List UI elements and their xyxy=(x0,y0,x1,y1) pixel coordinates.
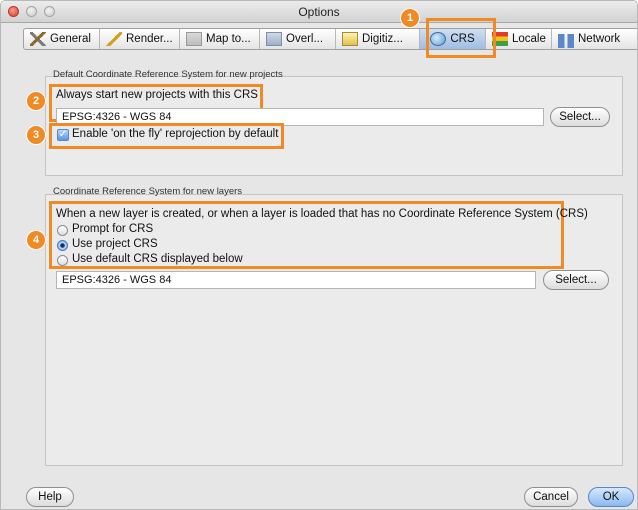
tab-digitizing-label: Digitiz... xyxy=(362,33,403,45)
otf-reprojection-label: Enable 'on the fly' reprojection by defa… xyxy=(72,128,279,140)
digitizing-icon xyxy=(342,32,358,46)
tab-general[interactable]: General xyxy=(24,29,100,49)
map-tools-icon xyxy=(186,32,202,46)
tab-render-label: Render... xyxy=(126,33,173,45)
overlay-icon xyxy=(266,32,282,46)
prompt-crs-radio[interactable] xyxy=(57,225,68,236)
hammer-icon xyxy=(30,32,46,46)
use-project-crs-label: Use project CRS xyxy=(72,238,158,250)
layer-crs-field[interactable]: EPSG:4326 - WGS 84 xyxy=(56,271,536,289)
otf-reprojection-checkbox[interactable]: ✓ xyxy=(57,129,69,141)
callout-badge-4: 4 xyxy=(27,231,45,249)
help-button[interactable]: Help xyxy=(26,487,74,507)
use-project-crs-radio[interactable] xyxy=(57,240,68,251)
tab-overlays-label: Overl... xyxy=(286,33,324,45)
brush-icon xyxy=(106,32,122,46)
tab-map-tools-label: Map to... xyxy=(206,33,251,45)
crs-tab-highlight xyxy=(426,18,496,58)
callout-badge-2: 2 xyxy=(27,92,45,110)
ok-button[interactable]: OK xyxy=(588,487,634,507)
cancel-button[interactable]: Cancel xyxy=(524,487,578,507)
use-default-crs-radio[interactable] xyxy=(57,255,68,266)
tab-network-label: Network xyxy=(578,33,621,45)
tab-overlays[interactable]: Overl... xyxy=(260,29,336,49)
tab-general-label: General xyxy=(50,33,91,45)
new-projects-label: Always start new projects with this CRS xyxy=(56,89,258,101)
project-crs-select-button[interactable]: Select... xyxy=(550,107,610,127)
tab-bar: General Render... Map to... Overl... Dig… xyxy=(23,28,637,50)
tab-network[interactable]: Network xyxy=(552,29,637,49)
window-title: Options xyxy=(298,5,340,19)
layer-crs-group-title: Coordinate Reference System for new laye… xyxy=(53,186,243,197)
tab-locale-label: Locale xyxy=(512,33,546,45)
layer-crs-description: When a new layer is created, or when a l… xyxy=(56,208,588,220)
tab-render[interactable]: Render... xyxy=(100,29,180,49)
layer-crs-select-button[interactable]: Select... xyxy=(543,270,609,290)
callout-badge-3: 3 xyxy=(27,126,45,144)
tab-map-tools[interactable]: Map to... xyxy=(180,29,260,49)
tab-digitizing[interactable]: Digitiz... xyxy=(336,29,420,49)
network-icon xyxy=(558,33,574,48)
callout-badge-1: 1 xyxy=(401,9,419,27)
options-window: Options General Render... Map to... Over… xyxy=(0,0,638,510)
default-crs-group-title: Default Coordinate Reference System for … xyxy=(53,69,283,80)
title-bar[interactable]: Options xyxy=(1,1,637,23)
prompt-crs-label: Prompt for CRS xyxy=(72,223,154,235)
use-default-crs-label: Use default CRS displayed below xyxy=(72,253,243,265)
